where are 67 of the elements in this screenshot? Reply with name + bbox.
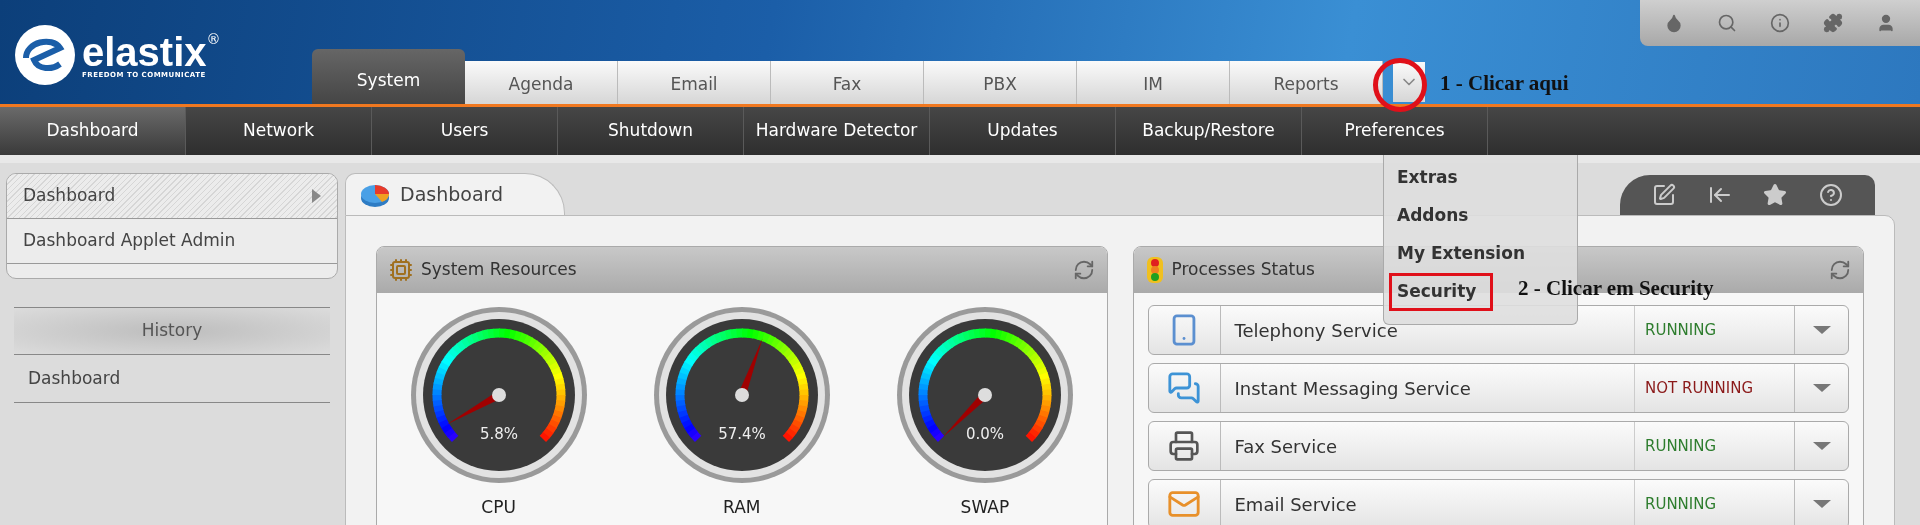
module-tab[interactable]: PBX (924, 61, 1077, 104)
submenu-item[interactable]: Users (372, 107, 558, 155)
sidebar-item[interactable]: Dashboard Applet Admin (7, 219, 337, 264)
submenu-item[interactable]: Updates (930, 107, 1116, 155)
module-tab[interactable]: Reports (1230, 61, 1383, 104)
caret-icon (1812, 442, 1831, 450)
refresh-icon[interactable] (1072, 259, 1095, 281)
sidebar-item-label: Dashboard (23, 184, 116, 208)
submenu-item[interactable]: Backup/Restore (1116, 107, 1302, 155)
content-tab[interactable]: Dashboard (345, 173, 565, 215)
registered-mark: ® (206, 31, 221, 46)
service-name: Telephony Service (1233, 318, 1399, 343)
gauge-label: CPU (481, 496, 516, 519)
sidebar-item[interactable]: Dashboard (7, 174, 337, 219)
sidebar-item-label: Dashboard Applet Admin (23, 229, 236, 253)
service-name: Instant Messaging Service (1233, 376, 1472, 401)
triangle-icon (312, 189, 321, 203)
annotation-text: 1 - Clicar aqui (1440, 70, 1569, 97)
service-name: Email Service (1233, 492, 1358, 517)
dropdown-item[interactable]: My Extension (1384, 235, 1577, 273)
caret-icon (1812, 500, 1831, 508)
annotation-text: 2 - Clicar em Security (1518, 275, 1714, 302)
edit-icon[interactable] (1651, 183, 1676, 207)
needle-hub (491, 388, 506, 402)
info-icon[interactable] (1770, 13, 1790, 33)
refresh-icon[interactable] (1829, 259, 1851, 281)
chat-icon (1167, 371, 1201, 405)
submenu-item[interactable]: Network (186, 107, 372, 155)
logo-wordmark: elastix (82, 31, 207, 72)
gauge-reading: 0.0% (965, 425, 1004, 443)
service-status: NOT RUNNING (1634, 364, 1794, 412)
service-status: RUNNING (1634, 480, 1794, 525)
service-name: Fax Service (1233, 434, 1339, 459)
panel-title: Processes Status (1171, 258, 1315, 282)
printer-icon (1168, 430, 1200, 462)
dropdown-item[interactable]: Security (1389, 273, 1493, 311)
submenu-item[interactable]: Dashboard (0, 107, 186, 155)
module-tab[interactable]: Agenda (465, 61, 618, 104)
needle-hub (734, 388, 749, 402)
search-icon[interactable] (1717, 13, 1738, 33)
gauge-label: SWAP (960, 496, 1010, 519)
module-tab[interactable]: Fax (771, 61, 924, 104)
submenu-item[interactable]: Hardware Detector (744, 107, 930, 155)
module-tab[interactable]: Email (618, 61, 771, 104)
needle-hub (977, 388, 992, 402)
dropdown-item[interactable]: Addons (1384, 197, 1577, 235)
service-status: RUNNING (1634, 422, 1794, 470)
panel-title: System Resources (421, 258, 577, 282)
history-heading: History (14, 307, 330, 355)
gauge-label: RAM (723, 496, 761, 519)
dropdown-item[interactable]: Extras (1384, 159, 1577, 197)
content-tab-label: Dashboard (400, 182, 504, 208)
service-status: RUNNING (1634, 306, 1794, 354)
gauge-reading: 5.8% (479, 425, 518, 443)
star-icon[interactable] (1763, 183, 1788, 207)
caret-icon (1812, 326, 1831, 334)
caret-icon (1812, 384, 1831, 392)
help-icon[interactable] (1819, 183, 1844, 207)
module-tab[interactable]: IM (1077, 61, 1230, 104)
gauge-reading: 57.4% (717, 425, 766, 443)
history-item[interactable]: Dashboard (14, 355, 330, 403)
logo-icon (12, 22, 78, 88)
traffic-light-icon (1145, 256, 1164, 284)
chip-icon (389, 258, 413, 282)
module-tab[interactable]: System (312, 49, 465, 104)
puzzle-icon[interactable] (1822, 13, 1843, 33)
submenu-item[interactable]: Shutdown (558, 107, 744, 155)
